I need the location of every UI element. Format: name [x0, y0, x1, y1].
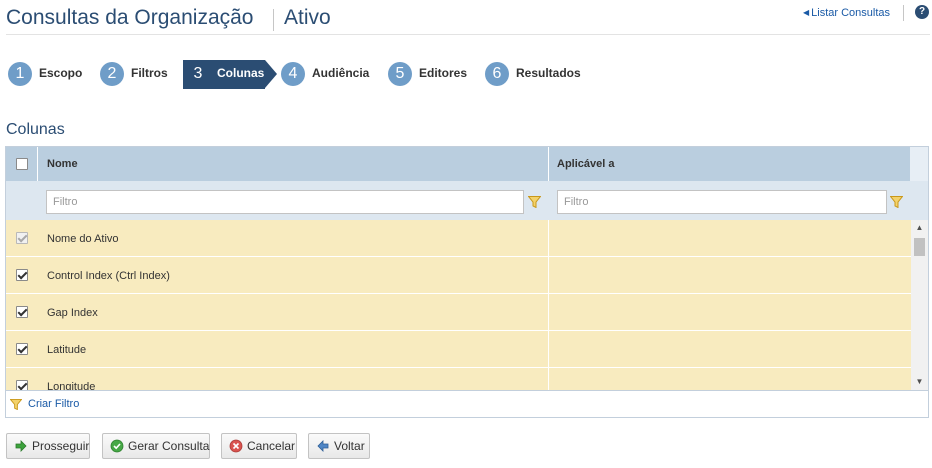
funnel-icon: [10, 399, 22, 410]
step-number: 6: [485, 62, 509, 86]
step-label: Audiência: [312, 66, 370, 80]
step-number: 5: [388, 62, 412, 86]
cell-divider: [548, 294, 549, 331]
step-number: 3: [193, 65, 203, 82]
step-resultados[interactable]: 6 Resultados: [485, 60, 595, 89]
arrow-left-icon: [317, 440, 329, 452]
table-row[interactable]: Latitude: [6, 331, 911, 368]
step-label: Filtros: [131, 66, 168, 80]
list-queries-label: Listar Consultas: [811, 7, 891, 19]
step-number: 4: [281, 62, 305, 86]
column-header-applies-to[interactable]: Aplicável a: [557, 158, 614, 170]
help-icon[interactable]: ?: [915, 5, 929, 19]
table-row[interactable]: Gap Index: [6, 294, 911, 331]
grid-footer: Criar Filtro: [6, 390, 928, 417]
cancel-label: Cancelar: [247, 439, 296, 453]
cell-divider: [548, 368, 549, 390]
columns-grid: Nome Aplicável a Nome do Ativo Control I…: [5, 146, 929, 418]
column-header-name[interactable]: Nome: [47, 158, 78, 170]
generate-query-label: Gerar Consulta: [128, 439, 210, 453]
row-name: Nome do Ativo: [47, 233, 119, 245]
cell-divider: [548, 331, 549, 368]
cell-divider: [548, 257, 549, 294]
row-checkbox[interactable]: [16, 380, 28, 390]
step-label: Resultados: [516, 66, 581, 80]
select-all-cell: [6, 147, 38, 181]
row-name: Gap Index: [47, 307, 98, 319]
header-divider: [903, 5, 904, 21]
header-scroll-gutter: [910, 147, 928, 181]
row-checkbox[interactable]: [16, 306, 28, 318]
page-header: Consultas da Organização Ativo ◀ Listar C…: [6, 5, 932, 35]
active-step-arrow: [265, 60, 277, 88]
filter-row: [6, 181, 928, 220]
step-label: Escopo: [39, 66, 83, 80]
scroll-down-icon[interactable]: ▼: [911, 374, 928, 390]
step-label: Colunas: [217, 66, 265, 80]
table-row[interactable]: Nome do Ativo: [6, 220, 911, 257]
back-label: Voltar: [334, 439, 365, 453]
row-name: Longitude: [47, 381, 96, 390]
generate-query-button[interactable]: Gerar Consulta: [102, 433, 210, 459]
table-row[interactable]: Control Index (Ctrl Index): [6, 257, 911, 294]
wizard-steps: 1 Escopo 2 Filtros 3 Colunas 4 Audiência…: [8, 60, 628, 89]
list-queries-link[interactable]: ◀ Listar Consultas: [803, 7, 890, 19]
grid-scrollbar[interactable]: ▲ ▼: [911, 220, 928, 390]
step-audiencia[interactable]: 4 Audiência: [281, 60, 381, 89]
grid-header: Nome Aplicável a: [6, 147, 910, 181]
section-title: Colunas: [6, 121, 65, 138]
cancel-button[interactable]: Cancelar: [221, 433, 297, 459]
close-circle-icon: [229, 439, 243, 453]
scroll-thumb[interactable]: [914, 238, 925, 256]
step-editores[interactable]: 5 Editores: [388, 60, 478, 89]
scroll-up-icon[interactable]: ▲: [911, 220, 928, 236]
grid-rows: Nome do Ativo Control Index (Ctrl Index)…: [6, 220, 911, 390]
proceed-button[interactable]: Prosseguir: [6, 433, 90, 459]
filter-funnel-icon[interactable]: [890, 196, 903, 208]
applies-to-filter-input[interactable]: [557, 190, 887, 214]
table-row[interactable]: Longitude: [6, 368, 911, 390]
step-label: Editores: [419, 66, 468, 80]
filter-funnel-icon[interactable]: [528, 196, 541, 208]
create-filter-label: Criar Filtro: [28, 398, 80, 410]
step-number: 2: [100, 62, 124, 86]
step-filtros[interactable]: 2 Filtros: [100, 60, 180, 89]
caret-left-icon: ◀: [803, 8, 810, 17]
back-button[interactable]: Voltar: [308, 433, 370, 459]
proceed-label: Prosseguir: [32, 439, 90, 453]
step-escopo[interactable]: 1 Escopo: [8, 60, 88, 89]
check-circle-icon: [110, 439, 124, 453]
row-checkbox[interactable]: [16, 269, 28, 281]
row-name: Control Index (Ctrl Index): [47, 270, 170, 282]
step-colunas[interactable]: 3 Colunas: [183, 60, 278, 89]
name-filter-input[interactable]: [46, 190, 524, 214]
step-number: 1: [8, 62, 32, 86]
cell-divider: [548, 220, 549, 257]
select-all-checkbox[interactable]: [16, 158, 28, 170]
page-title: Consultas da Organização: [6, 6, 254, 29]
title-divider: [273, 9, 274, 31]
page-subtitle: Ativo: [284, 6, 331, 29]
column-divider: [548, 147, 549, 181]
row-checkbox: [16, 232, 28, 244]
row-name: Latitude: [47, 344, 87, 356]
header-rule: [6, 34, 930, 35]
row-checkbox[interactable]: [16, 343, 28, 355]
arrow-right-icon: [15, 440, 27, 452]
